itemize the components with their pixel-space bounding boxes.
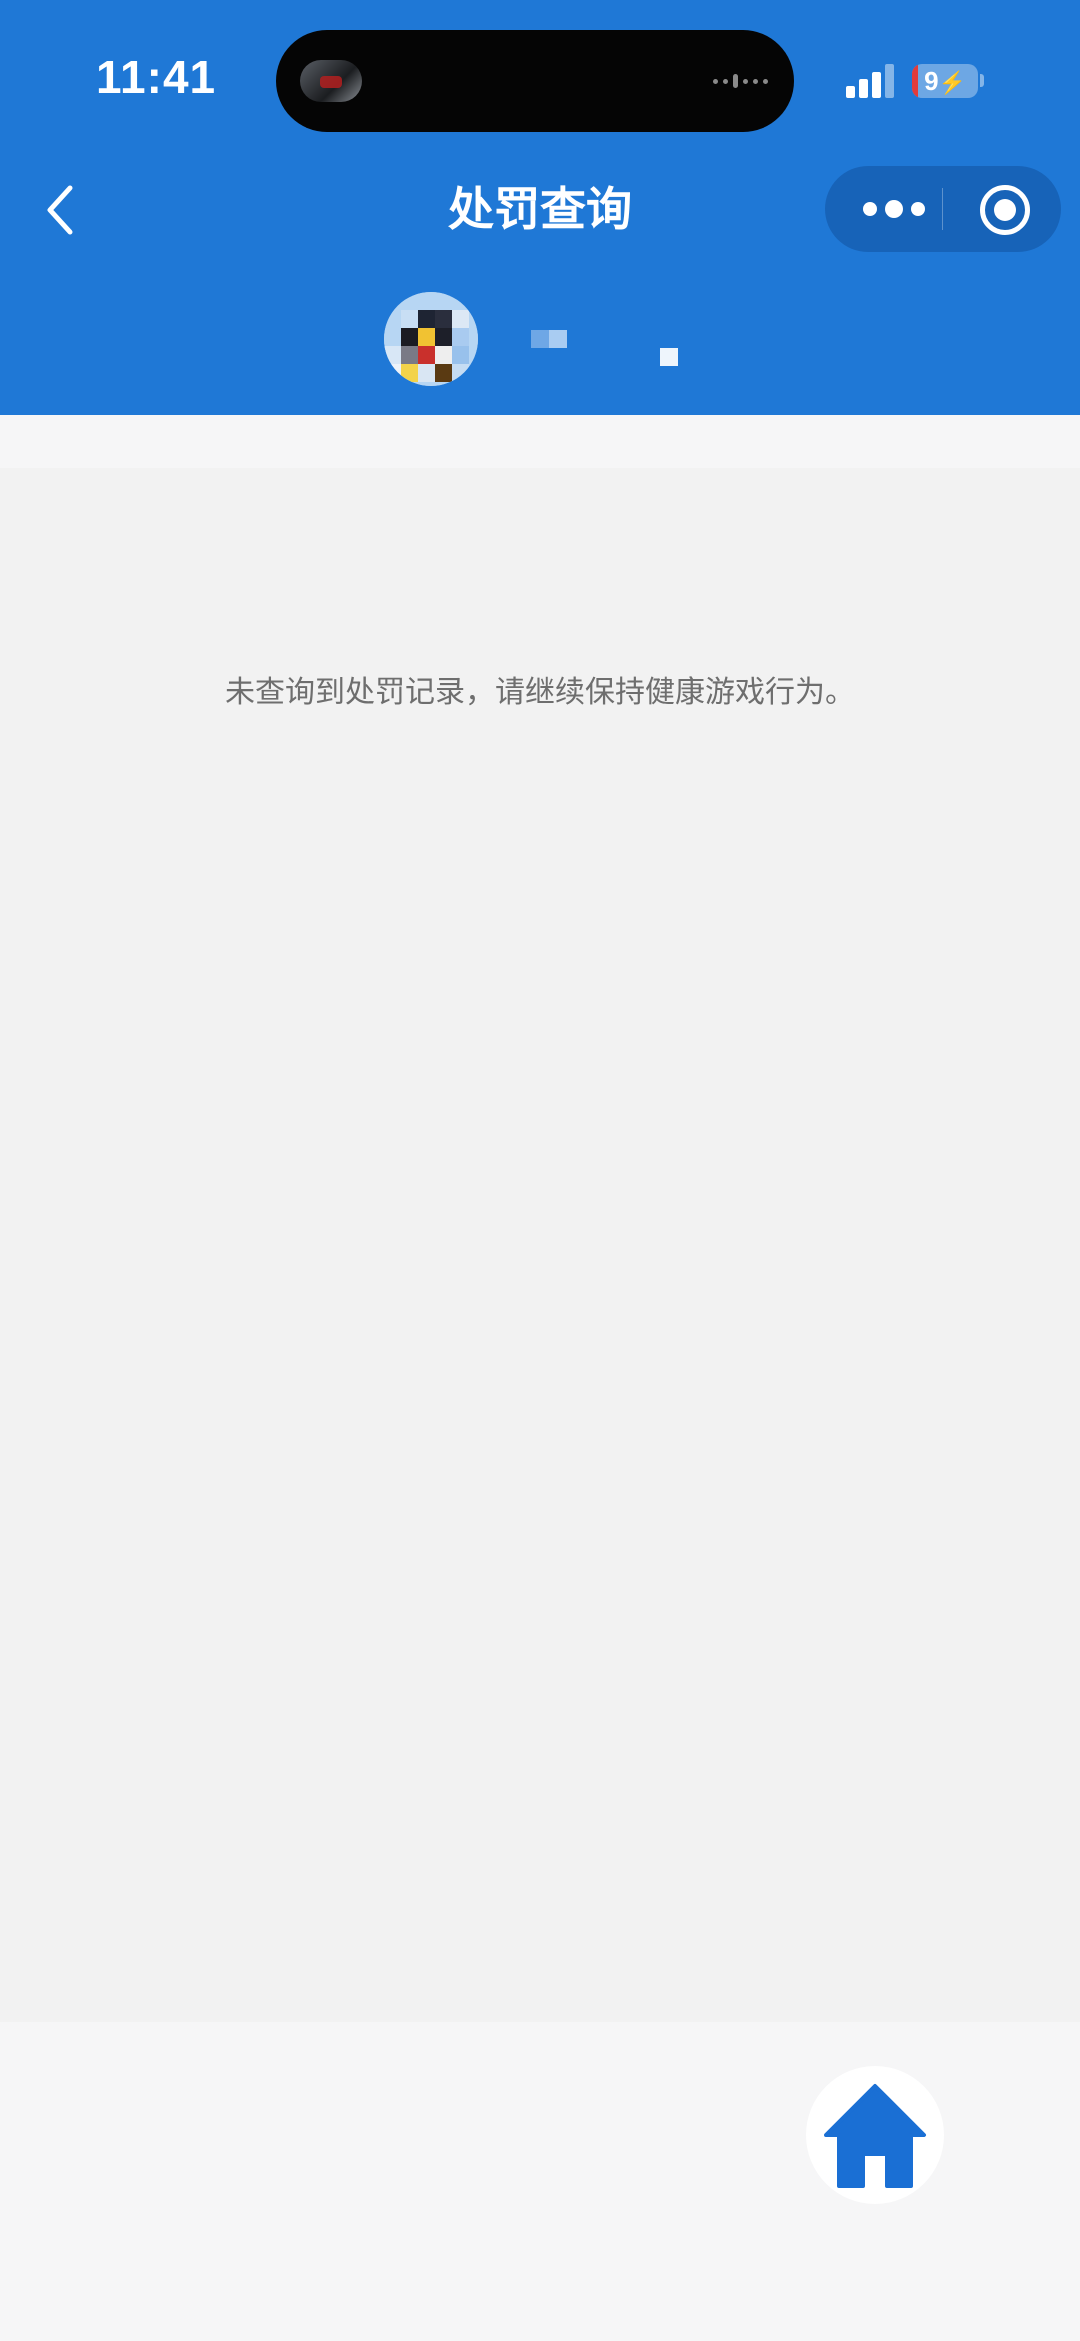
audio-wave-icon — [713, 74, 768, 88]
more-dot — [885, 200, 903, 218]
name-mosaic — [660, 348, 678, 366]
chevron-left-icon — [47, 185, 73, 235]
header: 11:41 9⚡ 处罚查询 — [0, 0, 1080, 415]
battery-tip — [980, 74, 984, 87]
battery-icon: 9⚡ — [912, 64, 978, 98]
content-area: 未查询到处罚记录，请继续保持健康游戏行为。 — [0, 468, 1080, 2022]
more-dot — [911, 202, 925, 216]
name-mosaic — [531, 330, 549, 348]
home-button[interactable] — [806, 2066, 944, 2204]
back-button[interactable] — [40, 172, 84, 248]
empty-state-message: 未查询到处罚记录，请继续保持健康游戏行为。 — [225, 675, 855, 710]
charging-bolt-icon: ⚡ — [938, 70, 966, 95]
name-mosaic — [549, 330, 567, 348]
home-icon — [824, 2084, 926, 2188]
page-title: 处罚查询 — [448, 182, 632, 236]
game-thumbnail-icon — [300, 60, 362, 102]
dynamic-island[interactable] — [276, 30, 794, 132]
cellular-signal-icon — [846, 64, 898, 98]
close-miniprogram-button[interactable] — [963, 166, 1049, 252]
status-time: 11:41 — [96, 51, 217, 103]
close-icon-center — [994, 199, 1016, 221]
user-avatar — [384, 292, 478, 386]
miniprogram-capsule — [825, 166, 1061, 252]
more-button[interactable] — [855, 166, 933, 252]
more-dots-icon — [863, 202, 877, 216]
capsule-divider — [942, 188, 943, 230]
battery-level: 9 — [924, 66, 939, 96]
